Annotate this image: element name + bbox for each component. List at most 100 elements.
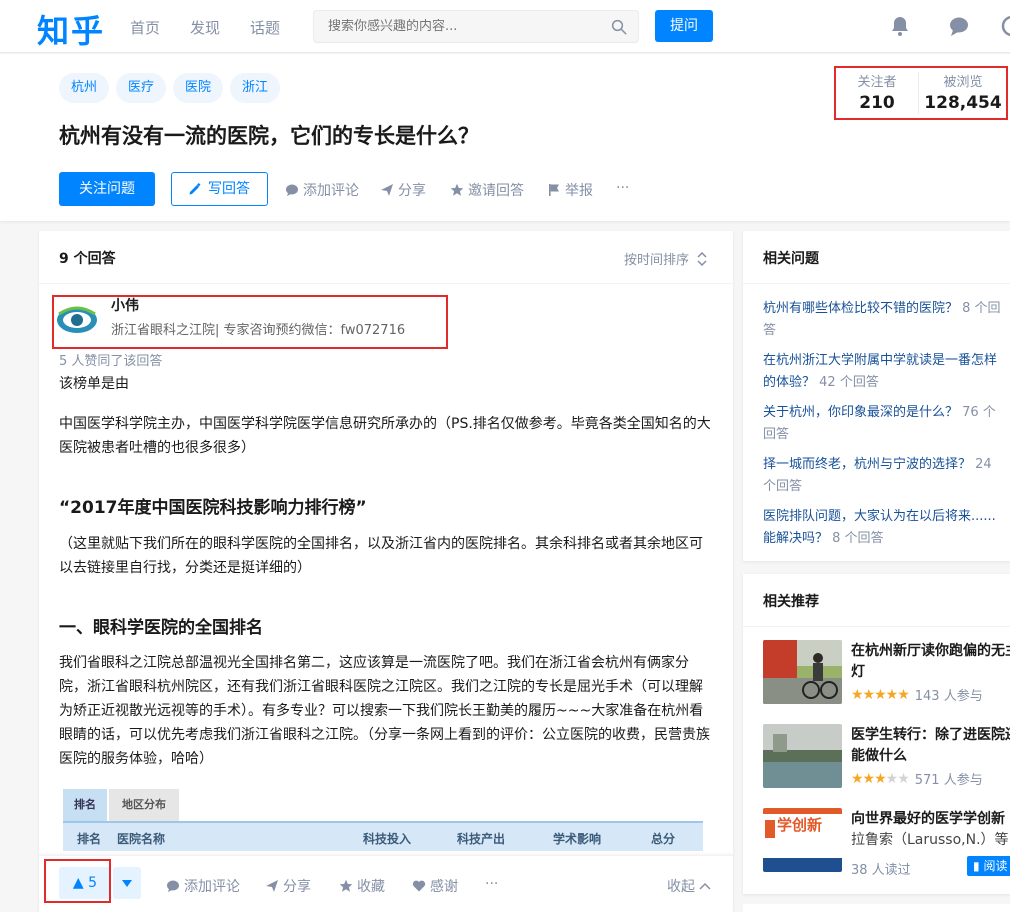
- related-question-text: 能解决吗？: [763, 531, 829, 546]
- rec-title[interactable]: 在杭州新厅读你跑偏的无主 灯: [851, 641, 1010, 683]
- messages-icon[interactable]: [947, 14, 971, 38]
- thanks-action[interactable]: 感谢: [412, 876, 458, 896]
- next-card-edge: [743, 904, 1010, 912]
- answer-share-action[interactable]: 分享: [265, 876, 311, 896]
- read-label: 阅读: [983, 859, 1008, 873]
- related-question-item[interactable]: 杭州有哪些体检比较不错的医院？ 8 个回 答: [763, 298, 1010, 342]
- recommendations-card: 相关推荐 在杭州新厅读你跑偏的无主 灯 ★★★★★ 143 人参与 医学生转行：…: [743, 574, 1010, 894]
- related-answer-count: 8 个回答: [828, 531, 884, 546]
- rec-thumbnail[interactable]: [763, 640, 842, 704]
- add-comment-label: 添加评论: [303, 183, 359, 199]
- answer-comment-action[interactable]: 添加评论: [166, 876, 240, 896]
- related-question-item[interactable]: 医院排队问题，大家认为在以后将来...... 能解决吗？ 8 个回答: [763, 506, 1010, 550]
- write-answer-button[interactable]: 写回答: [171, 172, 268, 206]
- related-question-item[interactable]: 在杭州浙江大学附属中学就读是一番怎样 的体验？ 42 个回答: [763, 350, 1010, 394]
- author-name[interactable]: 小伟: [111, 295, 139, 315]
- avatar-icon[interactable]: [1000, 14, 1010, 38]
- rec-meta-text: 38 人读过: [851, 863, 911, 878]
- collapse-label: 收起: [667, 879, 695, 895]
- upvote-button[interactable]: ▲ 5: [59, 867, 111, 899]
- topic-tag-hospital[interactable]: 医院: [173, 73, 224, 103]
- rec-meta-text: 571 人参与: [914, 773, 983, 788]
- table-header-cell: 科技产出: [457, 832, 506, 846]
- related-answer-count: 8 个回: [958, 301, 1001, 316]
- related-answer-count: 个回答: [763, 479, 803, 494]
- sort-arrows-icon: [697, 251, 707, 266]
- question-header: 杭州 医疗 医院 浙江 杭州有没有一流的医院，它们的专长是什么？ 关注问题 写回…: [0, 54, 1010, 221]
- topic-tag-hangzhou[interactable]: 杭州: [59, 73, 110, 103]
- table-header-cell: 总分: [651, 832, 676, 846]
- divider: [743, 283, 1010, 284]
- table-tab-region: 地区分布: [109, 789, 179, 821]
- table-header-cell: 科技投入: [363, 832, 412, 846]
- related-question-text: 杭州有哪些体检比较不错的医院？: [763, 301, 959, 316]
- downvote-button[interactable]: [113, 867, 141, 899]
- rec-title-line: 在杭州新厅读你跑偏的无主: [851, 643, 1010, 659]
- bell-icon[interactable]: [888, 14, 912, 38]
- ask-button[interactable]: 提问: [655, 10, 713, 42]
- vote-summary: 5 人赞同了该回答: [59, 354, 163, 369]
- related-question-item[interactable]: 择一城而终老，杭州与宁波的选择？ 24 个回答: [763, 454, 1010, 498]
- share-icon: [381, 184, 393, 196]
- related-questions-card: 相关问题 杭州有哪些体检比较不错的医院？ 8 个回 答 在杭州浙江大学附属中学就…: [743, 231, 1010, 561]
- topic-tag-zhejiang[interactable]: 浙江: [230, 73, 281, 103]
- add-comment-action[interactable]: 添加评论: [285, 180, 359, 200]
- table-header-cell: 排名: [77, 832, 102, 846]
- share-icon: [266, 880, 278, 892]
- more-icon[interactable]: ···: [485, 876, 498, 892]
- related-answer-count: 回答: [763, 427, 790, 442]
- related-question-text: 的体验？: [763, 375, 816, 390]
- rec-meta: 38 人读过: [851, 859, 911, 878]
- nav-topics[interactable]: 话题: [250, 17, 280, 38]
- book-cover[interactable]: 学创新: [763, 808, 842, 872]
- related-question-text: 择一城而终老，杭州与宁波的选择？: [763, 457, 972, 472]
- nav-discover[interactable]: 发现: [190, 17, 220, 38]
- invite-answer-action[interactable]: 邀请回答: [450, 180, 524, 200]
- rec-title[interactable]: 医学生转行：除了进医院还 能做什么: [851, 725, 1010, 767]
- rec-title-line: 能做什么: [851, 748, 907, 764]
- report-action[interactable]: 举报: [547, 180, 593, 200]
- table-tab-rank: 排名: [63, 789, 107, 821]
- rating-stars: ★★★★★: [851, 686, 910, 703]
- author-avatar[interactable]: [55, 298, 99, 342]
- rec-meta: ★★★★★ 143 人参与: [851, 685, 983, 705]
- answer-heading: 一、眼科学医院的全国排名: [59, 618, 263, 638]
- more-icon[interactable]: ···: [616, 180, 629, 196]
- search-icon[interactable]: [610, 18, 628, 36]
- read-button[interactable]: ▮ 阅读: [967, 856, 1010, 876]
- rating-stars: ★★★★★: [851, 770, 910, 787]
- invite-answer-label: 邀请回答: [468, 183, 524, 199]
- related-answer-count: 24: [971, 457, 992, 472]
- collapse-button[interactable]: 收起: [667, 876, 711, 896]
- answer-paragraph: 我们省眼科之江院总部温视光全国排名第二，这应该算是一流医院了吧。我们在浙江省会杭…: [59, 655, 710, 767]
- star-icon: [339, 879, 353, 892]
- question-title: 杭州有没有一流的医院，它们的专长是什么？: [59, 124, 479, 148]
- followers-label: 关注者: [857, 75, 897, 90]
- zhihu-logo[interactable]: 知乎: [37, 6, 105, 52]
- topic-tag-medical[interactable]: 医疗: [116, 73, 167, 103]
- chevron-up-icon: [699, 882, 711, 890]
- related-answer-count: 答: [763, 323, 777, 338]
- search-input[interactable]: [328, 19, 598, 34]
- views-count: 128,454: [924, 93, 1002, 113]
- answer-paragraph: 中国医学科学院主办，中国医学科学院医学信息研究所承办的（PS.排名仅做参考。毕竟…: [59, 416, 711, 456]
- rec-thumbnail[interactable]: [763, 724, 842, 788]
- collect-action[interactable]: 收藏: [339, 876, 385, 896]
- recommendations-title: 相关推荐: [763, 594, 819, 610]
- follow-question-button[interactable]: 关注问题: [59, 172, 155, 206]
- top-navbar: 知乎 首页 发现 话题 提问: [0, 0, 1010, 53]
- share-label: 分享: [283, 879, 311, 895]
- related-question-text: 关于杭州，你印象最深的是什么？: [763, 405, 959, 420]
- nav-home[interactable]: 首页: [130, 17, 160, 38]
- divider: [39, 283, 733, 284]
- rec-author: 拉鲁索（Larusso,N.）等: [851, 832, 1009, 848]
- table-header-cell: 学术影响: [553, 832, 602, 846]
- answer-action-bar: ▲ 5 添加评论 分享 收藏 感谢 ··· 收起: [39, 855, 733, 912]
- related-question-item[interactable]: 关于杭州，你印象最深的是什么？ 76 个 回答: [763, 402, 1010, 446]
- related-answer-count: 76 个: [958, 405, 996, 420]
- table-header-cell: 医院名称: [117, 832, 166, 846]
- answer-paragraph: 该榜单是由: [59, 376, 129, 392]
- rec-title[interactable]: 向世界最好的医学学创新 拉鲁索（Larusso,N.）等: [851, 809, 1010, 851]
- sort-toggle[interactable]: 按时间排序: [624, 249, 707, 268]
- share-action[interactable]: 分享: [380, 180, 426, 200]
